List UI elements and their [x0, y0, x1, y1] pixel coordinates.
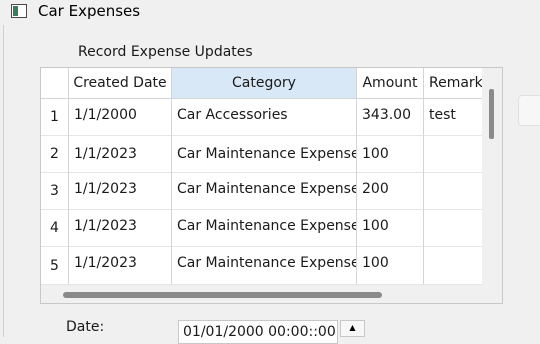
horizontal-scrollbar-thumb[interactable] — [63, 292, 382, 298]
row-header[interactable]: 3 — [41, 173, 69, 210]
column-header-remark[interactable]: Remark — [424, 68, 482, 99]
cell-remark[interactable] — [424, 247, 482, 285]
section-label: Record Expense Updates — [78, 44, 253, 60]
date-label: Date: — [66, 319, 105, 335]
row-header[interactable]: 4 — [41, 210, 69, 247]
cell-created-date[interactable]: 1/1/2000 — [69, 99, 172, 136]
vertical-scrollbar-thumb[interactable] — [489, 89, 494, 139]
row-header[interactable]: 1 — [41, 99, 69, 136]
cell-category[interactable]: Car Maintenance Expenses — [172, 173, 357, 210]
row-header[interactable]: 5 — [41, 247, 69, 285]
cell-created-date[interactable]: 1/1/2023 — [69, 136, 172, 173]
title-bar: Car Expenses — [0, 0, 540, 25]
cell-category[interactable]: Car Accessories — [172, 99, 357, 136]
cell-amount[interactable]: 100 — [357, 210, 424, 247]
side-button[interactable] — [518, 95, 540, 126]
app-window-icon — [11, 4, 27, 18]
expense-grid[interactable]: Created Date Category Amount Remark 1 1/… — [40, 67, 503, 304]
date-spin-up-button[interactable]: ▲ — [340, 320, 365, 337]
cell-created-date[interactable]: 1/1/2023 — [69, 173, 172, 210]
row-header[interactable]: 2 — [41, 136, 69, 173]
cell-created-date[interactable]: 1/1/2023 — [69, 210, 172, 247]
grid-viewport: Created Date Category Amount Remark 1 1/… — [41, 68, 482, 285]
cell-created-date[interactable]: 1/1/2023 — [69, 247, 172, 285]
cell-category[interactable]: Car Maintenance Expenses — [172, 210, 357, 247]
cell-amount[interactable]: 100 — [357, 247, 424, 285]
window-edge-divider — [3, 25, 4, 337]
cell-category[interactable]: Car Maintenance Expenses — [172, 136, 357, 173]
cell-remark[interactable] — [424, 136, 482, 173]
cell-remark[interactable]: test — [424, 99, 482, 136]
cell-amount[interactable]: 343.00 — [357, 99, 424, 136]
cell-remark[interactable] — [424, 173, 482, 210]
column-header-created-date[interactable]: Created Date — [69, 68, 172, 99]
cell-remark[interactable] — [424, 210, 482, 247]
cell-amount[interactable]: 200 — [357, 173, 424, 210]
date-input[interactable]: 01/01/2000 00:00::00 — [178, 320, 338, 344]
column-header-category[interactable]: Category — [172, 68, 357, 99]
grid-corner-header[interactable] — [41, 68, 69, 99]
window-title: Car Expenses — [38, 2, 141, 20]
cell-category[interactable]: Car Maintenance Expenses — [172, 247, 357, 285]
cell-amount[interactable]: 100 — [357, 136, 424, 173]
column-header-amount[interactable]: Amount — [357, 68, 424, 99]
